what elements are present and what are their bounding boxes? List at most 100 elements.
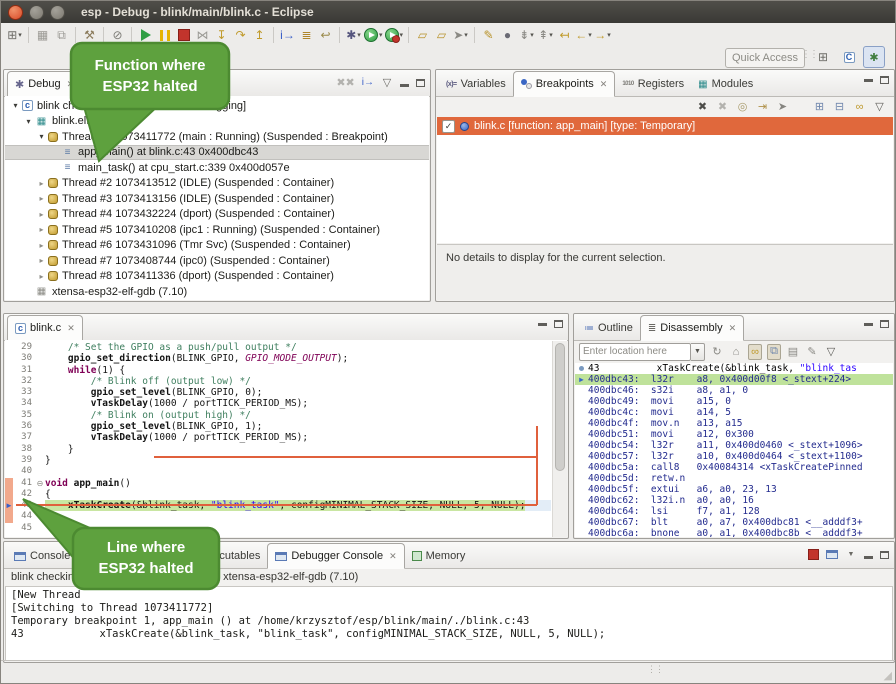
tab-executables[interactable]: ▦ Executables xyxy=(180,544,267,568)
close-icon[interactable]: ✕ xyxy=(67,79,75,90)
use-step-filters-icon[interactable]: ≣ xyxy=(298,26,315,44)
console-output[interactable]: [New Thread [Switching to Thread 1073411… xyxy=(5,586,893,661)
editor-line[interactable]: 34 vTaskDelay(1000 / portTICK_PERIOD_MS)… xyxy=(5,398,567,409)
code-line[interactable]: vTaskDelay(1000 / portTICK_PERIOD_MS); xyxy=(45,432,308,443)
save-all-icon[interactable]: ⧉ xyxy=(53,26,70,44)
step-over-icon[interactable]: ↷ xyxy=(232,26,249,44)
tab-memory[interactable]: Memory xyxy=(405,544,473,568)
line-number[interactable]: 39 xyxy=(13,455,35,466)
disassembly-row[interactable]: 400dbc46: s32i a8, a1, 0 xyxy=(575,385,893,396)
line-number[interactable]: 40 xyxy=(13,466,35,477)
close-icon[interactable]: ✕ xyxy=(67,323,75,334)
line-number[interactable]: 34 xyxy=(13,398,35,409)
expander-icon[interactable]: ▸ xyxy=(35,272,48,281)
line-number[interactable]: 30 xyxy=(13,353,35,364)
minimize-icon[interactable] xyxy=(864,556,873,559)
debug-tree-item[interactable]: ▾blink.elf xyxy=(5,114,429,130)
open-perspective-button[interactable]: ⊞ xyxy=(812,46,834,68)
editor-line[interactable]: 35 /* Blink on (output high) */ xyxy=(5,410,567,421)
refresh-view-icon[interactable]: ↻ xyxy=(710,344,724,360)
breakpoint-checkbox[interactable]: ✓ xyxy=(442,120,455,133)
code-line[interactable]: void app_main() xyxy=(45,478,131,489)
open-folder-icon[interactable]: ▱ xyxy=(433,26,450,44)
annotation-margin[interactable]: ► xyxy=(5,500,13,511)
editor-line[interactable]: 31 while(1) { xyxy=(5,365,567,376)
editor-line[interactable]: 36 gpio_set_level(BLINK_GPIO, 1); xyxy=(5,421,567,432)
disassembly-row[interactable]: 400dbc4c: movi a14, 5 xyxy=(575,407,893,418)
line-number[interactable]: 42 xyxy=(13,489,35,500)
line-number[interactable]: 37 xyxy=(13,432,35,443)
link-with-debug-view-icon[interactable]: ∞ xyxy=(853,101,866,113)
annotation-margin[interactable] xyxy=(5,478,13,489)
disassembly-source-line[interactable]: 43 xTaskCreate(&blink_task, "blink_tas xyxy=(575,363,893,374)
annotation-margin[interactable] xyxy=(5,421,13,432)
collapse-all-icon[interactable]: ⊟ xyxy=(833,100,846,113)
tab-blink-c[interactable]: c blink.c ✕ xyxy=(7,315,83,341)
close-icon[interactable]: ✕ xyxy=(389,551,397,562)
editor-line[interactable]: 39} xyxy=(5,455,567,466)
expander-icon[interactable]: ▸ xyxy=(35,241,48,250)
expander-icon[interactable]: ▸ xyxy=(35,256,48,265)
code-line[interactable]: while(1) { xyxy=(45,365,125,376)
annotation-margin[interactable] xyxy=(5,342,13,353)
disassembly-row[interactable]: 400dbc5d: retw.n xyxy=(575,473,893,484)
annotation-margin[interactable] xyxy=(5,489,13,500)
tab-breakpoints[interactable]: Breakpoints ✕ xyxy=(513,71,616,97)
line-number[interactable]: 45 xyxy=(13,523,35,534)
expand-all-icon[interactable]: ⊞ xyxy=(813,100,826,113)
launch-icon[interactable]: ➤▾ xyxy=(452,26,469,44)
line-number[interactable]: 35 xyxy=(13,410,35,421)
titlebar[interactable]: esp - Debug - blink/main/blink.c - Eclip… xyxy=(1,1,895,23)
quick-access-box[interactable]: Quick Access xyxy=(725,48,805,68)
minimize-icon[interactable] xyxy=(864,323,873,326)
tab-variables[interactable]: (x)= Variables xyxy=(439,72,513,96)
disassembly-row[interactable]: 400dbc57: l32r a10, 0x400d0464 <_stext+1… xyxy=(575,451,893,462)
editor-line[interactable]: 41⊖void app_main() xyxy=(5,478,567,489)
code-line[interactable]: /* Blink on (output high) */ xyxy=(45,410,251,421)
disassembly-row[interactable]: 400dbc51: movi a12, 0x300 xyxy=(575,429,893,440)
tab-debug[interactable]: ✱ Debug ✕ xyxy=(7,71,82,97)
disassembly-row[interactable]: 400dbc62: l32i.n a0, a0, 16 xyxy=(575,495,893,506)
terminate-icon[interactable] xyxy=(808,549,819,560)
debug-tree-item[interactable]: ▸Thread #4 1073432224 (dport) (Suspended… xyxy=(5,207,429,223)
line-number[interactable]: 43 xyxy=(13,500,35,511)
line-number[interactable]: 38 xyxy=(13,444,35,455)
close-icon[interactable]: ✕ xyxy=(729,323,737,334)
open-new-view-icon[interactable]: ▤ xyxy=(786,344,800,360)
minimize-icon[interactable] xyxy=(864,79,873,82)
terminate-icon[interactable] xyxy=(175,26,192,44)
code-line[interactable]: gpio_set_level(BLINK_GPIO, 0); xyxy=(45,387,262,398)
editor-line[interactable]: 40 xyxy=(5,466,567,477)
new-project-icon[interactable]: ▱ xyxy=(414,26,431,44)
home-icon[interactable]: ⌂ xyxy=(729,344,743,360)
code-line[interactable]: gpio_set_level(BLINK_GPIO, 1); xyxy=(45,421,262,432)
expander-icon[interactable]: ▸ xyxy=(35,194,48,203)
debug-dropdown-icon[interactable]: ✱▾ xyxy=(345,26,362,44)
tab-problems[interactable]: Problems xyxy=(119,544,179,568)
expander-icon[interactable]: ▸ xyxy=(35,225,48,234)
expander-icon[interactable]: ▾ xyxy=(35,132,48,141)
close-icon[interactable]: ✕ xyxy=(600,79,608,90)
debug-tree-item[interactable]: ▾blink checking [GDB Hardware Debugging] xyxy=(5,98,429,114)
last-edit-location-icon[interactable]: ↤ xyxy=(556,26,573,44)
annotation-margin[interactable] xyxy=(5,444,13,455)
debug-tree-item[interactable]: ▸Thread #7 1073408744 (ipc0) (Suspended … xyxy=(5,253,429,269)
editor-line[interactable]: 32 /* Blink off (output low) */ xyxy=(5,376,567,387)
annotation-margin[interactable] xyxy=(5,387,13,398)
link-with-active-context-toggle[interactable]: ∞ xyxy=(748,344,762,360)
annotation-margin[interactable] xyxy=(5,398,13,409)
code-line[interactable]: } xyxy=(45,444,74,455)
disassembly-row[interactable]: 400dbc67: blt a0, a7, 0x400dbc81 <__addd… xyxy=(575,517,893,528)
line-number[interactable]: 32 xyxy=(13,376,35,387)
editor-line[interactable]: 44} xyxy=(5,511,567,522)
disassembly-row[interactable]: 400dbc64: lsi f7, a1, 128 xyxy=(575,506,893,517)
tab-disassembly[interactable]: ≣ Disassembly ✕ xyxy=(640,315,744,341)
editor-line[interactable]: 42{ xyxy=(5,489,567,500)
previous-annotation-icon[interactable]: ⇞▾ xyxy=(537,26,554,44)
editor-line[interactable]: 38 } xyxy=(5,444,567,455)
line-number[interactable]: 36 xyxy=(13,421,35,432)
cpp-perspective-button[interactable]: C xyxy=(838,46,860,68)
disassembly-row[interactable]: 400dbc5f: extui a6, a0, 23, 13 xyxy=(575,484,893,495)
maximize-icon[interactable] xyxy=(416,79,425,87)
annotation-margin[interactable] xyxy=(5,376,13,387)
